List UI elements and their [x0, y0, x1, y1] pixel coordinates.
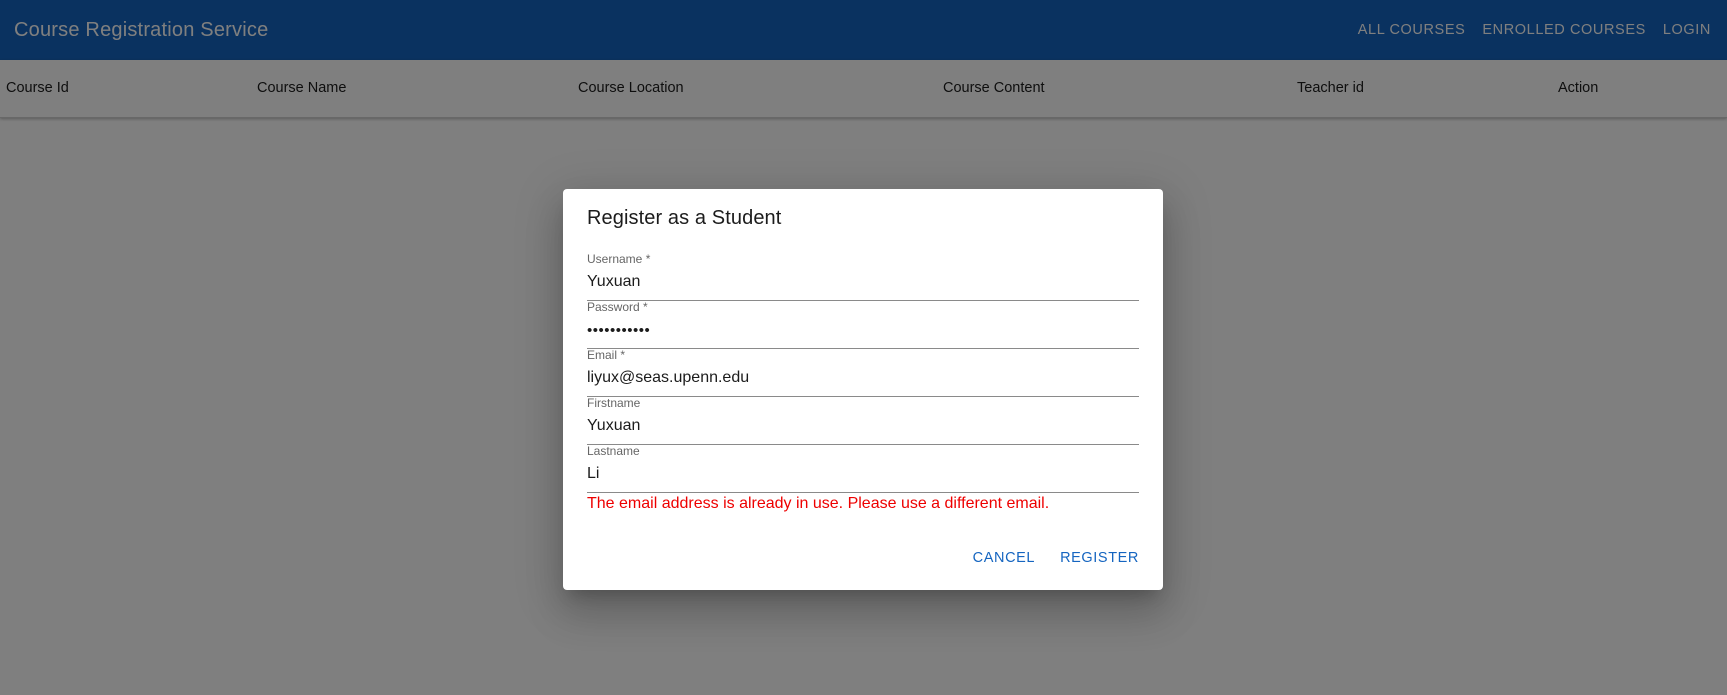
register-button[interactable]: REGISTER — [1052, 544, 1147, 572]
username-field: Username * — [587, 252, 1139, 301]
email-label: Email * — [587, 348, 626, 362]
password-input[interactable] — [587, 319, 1139, 341]
error-message: The email address is already in use. Ple… — [587, 495, 1050, 512]
email-input[interactable] — [587, 367, 1139, 389]
lastname-field: Lastname — [587, 444, 1139, 493]
username-label: Username * — [587, 252, 651, 266]
register-dialog: Register as a Student Username * Passwor… — [563, 189, 1163, 590]
lastname-label: Lastname — [587, 444, 640, 458]
password-label: Password * — [587, 300, 648, 314]
dialog-actions: CANCEL REGISTER — [956, 544, 1147, 572]
firstname-label: Firstname — [587, 396, 641, 410]
firstname-field: Firstname — [587, 396, 1139, 445]
firstname-input[interactable] — [587, 415, 1139, 437]
lastname-input[interactable] — [587, 463, 1139, 485]
dialog-title: Register as a Student — [587, 207, 782, 229]
cancel-button[interactable]: CANCEL — [965, 544, 1043, 572]
email-field: Email * — [587, 348, 1139, 397]
username-input[interactable] — [587, 271, 1139, 293]
password-field: Password * — [587, 300, 1139, 349]
